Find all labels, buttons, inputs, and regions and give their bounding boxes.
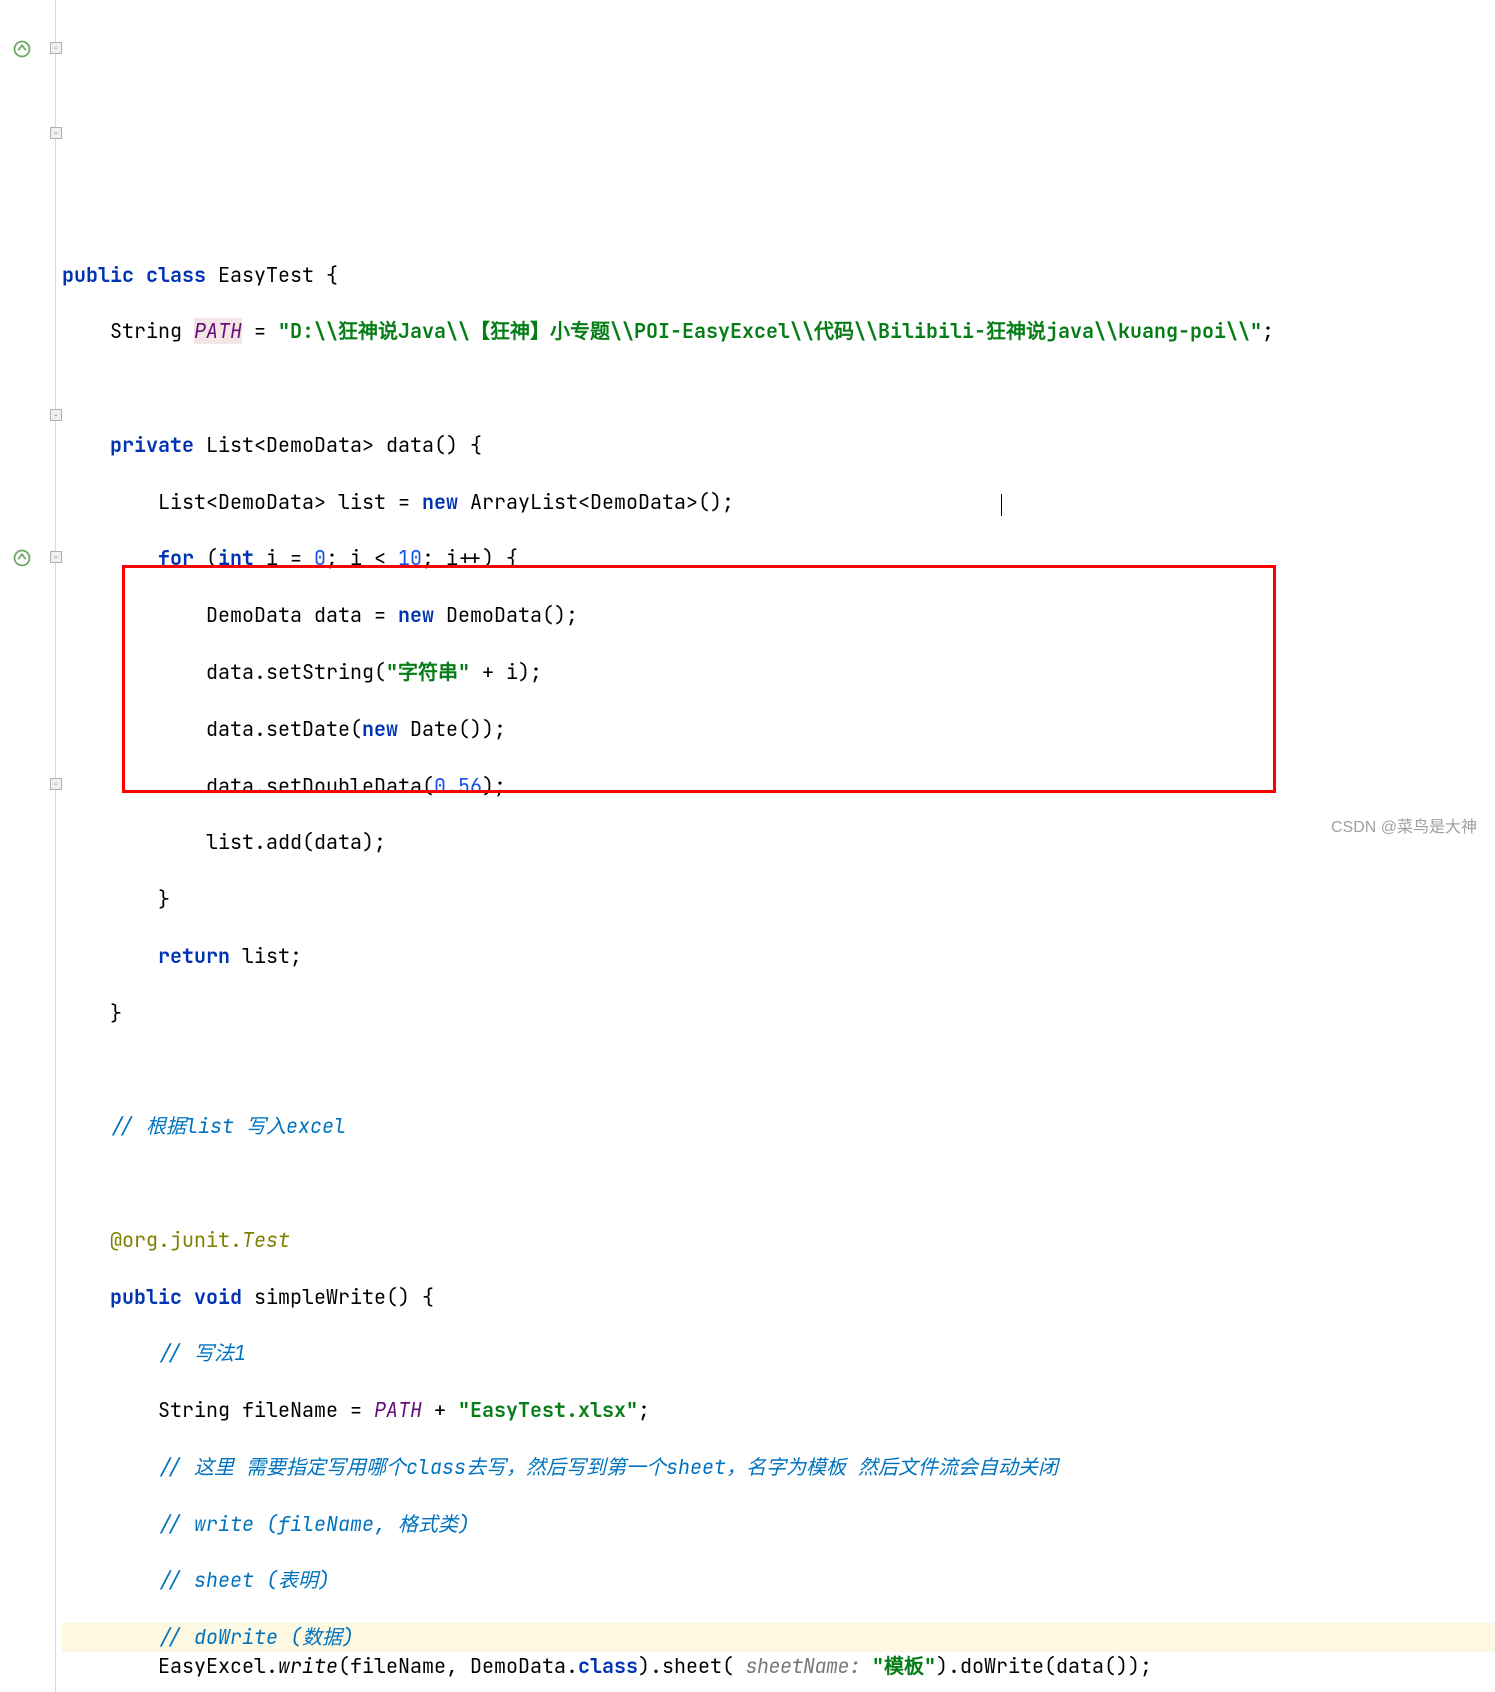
code-line (62, 1055, 1495, 1083)
editor-gutter: − − − − − (0, 0, 56, 1692)
code-line: data.setDate(new Date()); (62, 715, 1495, 743)
code-line: for (int i = 0; i < 10; i++) { (62, 544, 1495, 572)
code-line: data.setDoubleData(0.56); (62, 772, 1495, 800)
code-line: public class EasyTest { (62, 261, 1495, 289)
code-line: EasyExcel.write(fileName, DemoData.class… (62, 1652, 1495, 1680)
code-line: // 根据list 写入excel (62, 1112, 1495, 1140)
code-line: // 写法1 (62, 1339, 1495, 1367)
code-line: // sheet (表明) (62, 1566, 1495, 1594)
code-line: } (62, 999, 1495, 1027)
code-line: DemoData data = new DemoData(); (62, 601, 1495, 629)
code-editor[interactable]: public class EasyTest { String PATH = "D… (62, 175, 1495, 1692)
code-line: // 这里 需要指定写用哪个class去写，然后写到第一个sheet，名字为模板… (62, 1453, 1495, 1481)
fold-marker[interactable]: − (50, 409, 62, 421)
code-line-current: // doWrite (数据) (62, 1623, 1495, 1651)
code-line: public void simpleWrite() { (62, 1283, 1495, 1311)
override-icon (12, 39, 32, 59)
code-line: data.setString("字符串" + i); (62, 658, 1495, 686)
code-line: // write (fileName, 格式类) (62, 1510, 1495, 1538)
code-line (62, 204, 1495, 232)
override-icon (12, 548, 32, 568)
code-line: return list; (62, 942, 1495, 970)
fold-marker[interactable]: − (50, 551, 62, 563)
fold-marker[interactable]: − (50, 778, 62, 790)
text-cursor (1001, 494, 1002, 516)
code-line: @org.junit.Test (62, 1226, 1495, 1254)
watermark-text: CSDN @菜鸟是大神 (1331, 817, 1477, 840)
fold-marker[interactable]: − (50, 127, 62, 139)
code-line: String fileName = PATH + "EasyTest.xlsx"… (62, 1396, 1495, 1424)
code-line: list.add(data); (62, 828, 1495, 856)
code-line: String PATH = "D:\\狂神说Java\\【狂神】小专题\\POI… (62, 317, 1495, 345)
code-line: } (62, 885, 1495, 913)
code-line (62, 1169, 1495, 1197)
fold-marker[interactable]: − (50, 42, 62, 54)
code-line: private List<DemoData> data() { (62, 431, 1495, 459)
code-line: List<DemoData> list = new ArrayList<Demo… (62, 488, 1495, 516)
code-line (62, 374, 1495, 402)
